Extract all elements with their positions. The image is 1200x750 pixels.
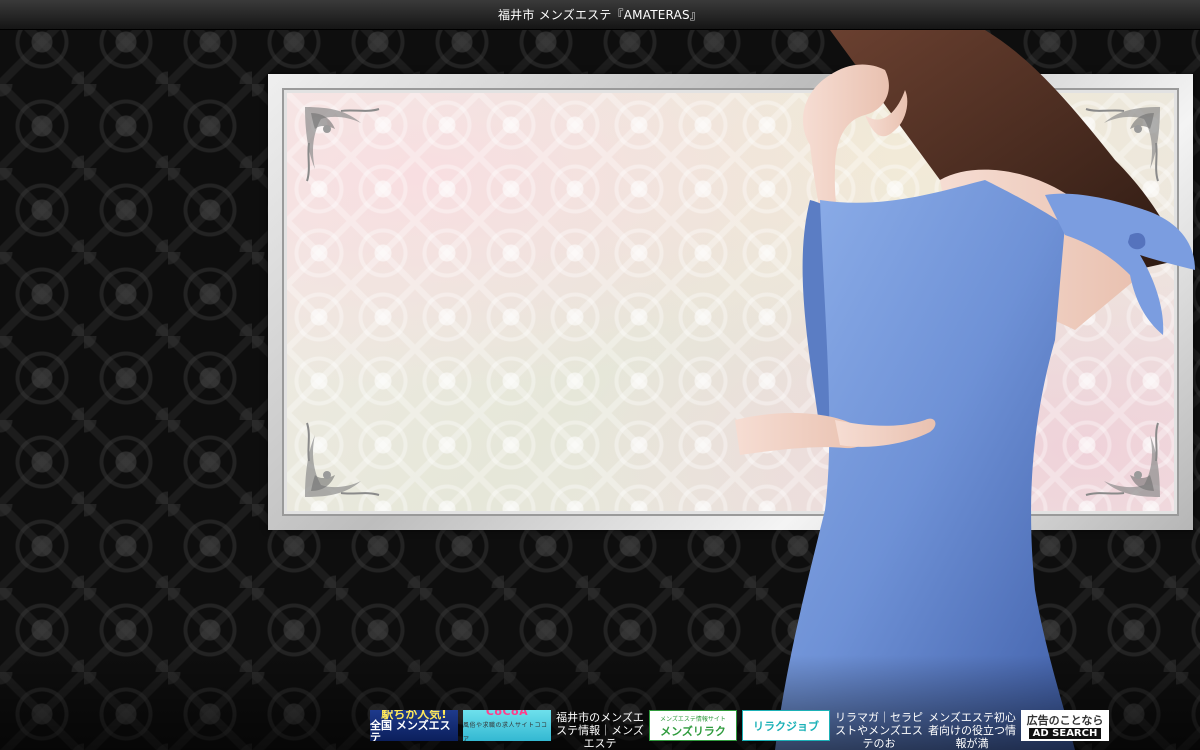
banner-ad-title: AD SEARCH <box>1028 727 1102 739</box>
banner-riramaga[interactable]: リラマガ｜セラピストやメンズエステのお <box>835 710 923 750</box>
banner-job-title: リラクジョブ <box>753 719 819 733</box>
banner-ad-sub: 広告のことなら <box>1026 713 1104 727</box>
corner-ornament-icon <box>305 107 380 182</box>
banner-cocoa-sub: 風俗や求職の求人サイトココア <box>463 721 548 742</box>
model-photo <box>735 30 1195 750</box>
banner-menzu-sub: メンズエステ情報サイト <box>660 715 726 723</box>
banner-eki-ninki[interactable]: 駅ちか人気! 全国 メンズエステ <box>370 710 458 741</box>
title-bar: 福井市 メンズエステ『AMATERAS』 <box>0 0 1200 30</box>
page-title: 福井市 メンズエステ『AMATERAS』 <box>497 8 702 22</box>
banner-ad-search[interactable]: 広告のことなら AD SEARCH <box>1021 710 1109 741</box>
page-root: 福井市 メンズエステ『AMATERAS』 駅ちか人気! 全国 メンズエステ Co… <box>0 0 1200 750</box>
banner-cocoa-title: CoCoA <box>485 710 529 718</box>
banner-beginner-info[interactable]: メンズエステ初心者向けの役立つ情報が満 <box>928 710 1016 750</box>
banner-menzu-title: メンズリラク <box>660 724 726 738</box>
banner-menzu-riraku[interactable]: メンズエステ情報サイト メンズリラク <box>649 710 737 741</box>
corner-ornament-icon <box>305 422 380 497</box>
banner-riraku-job[interactable]: リラクジョブ <box>742 710 830 741</box>
banner-eki-sub: 全国 メンズエステ <box>370 718 451 741</box>
banner-fukui-menzu-info[interactable]: 福井市のメンズエステ情報｜メンズエステ <box>556 710 644 750</box>
banner-cocoa[interactable]: CoCoA 風俗や求職の求人サイトココア <box>463 710 551 741</box>
banner-links: 駅ちか人気! 全国 メンズエステ CoCoA 風俗や求職の求人サイトココア 福井… <box>370 710 1109 750</box>
